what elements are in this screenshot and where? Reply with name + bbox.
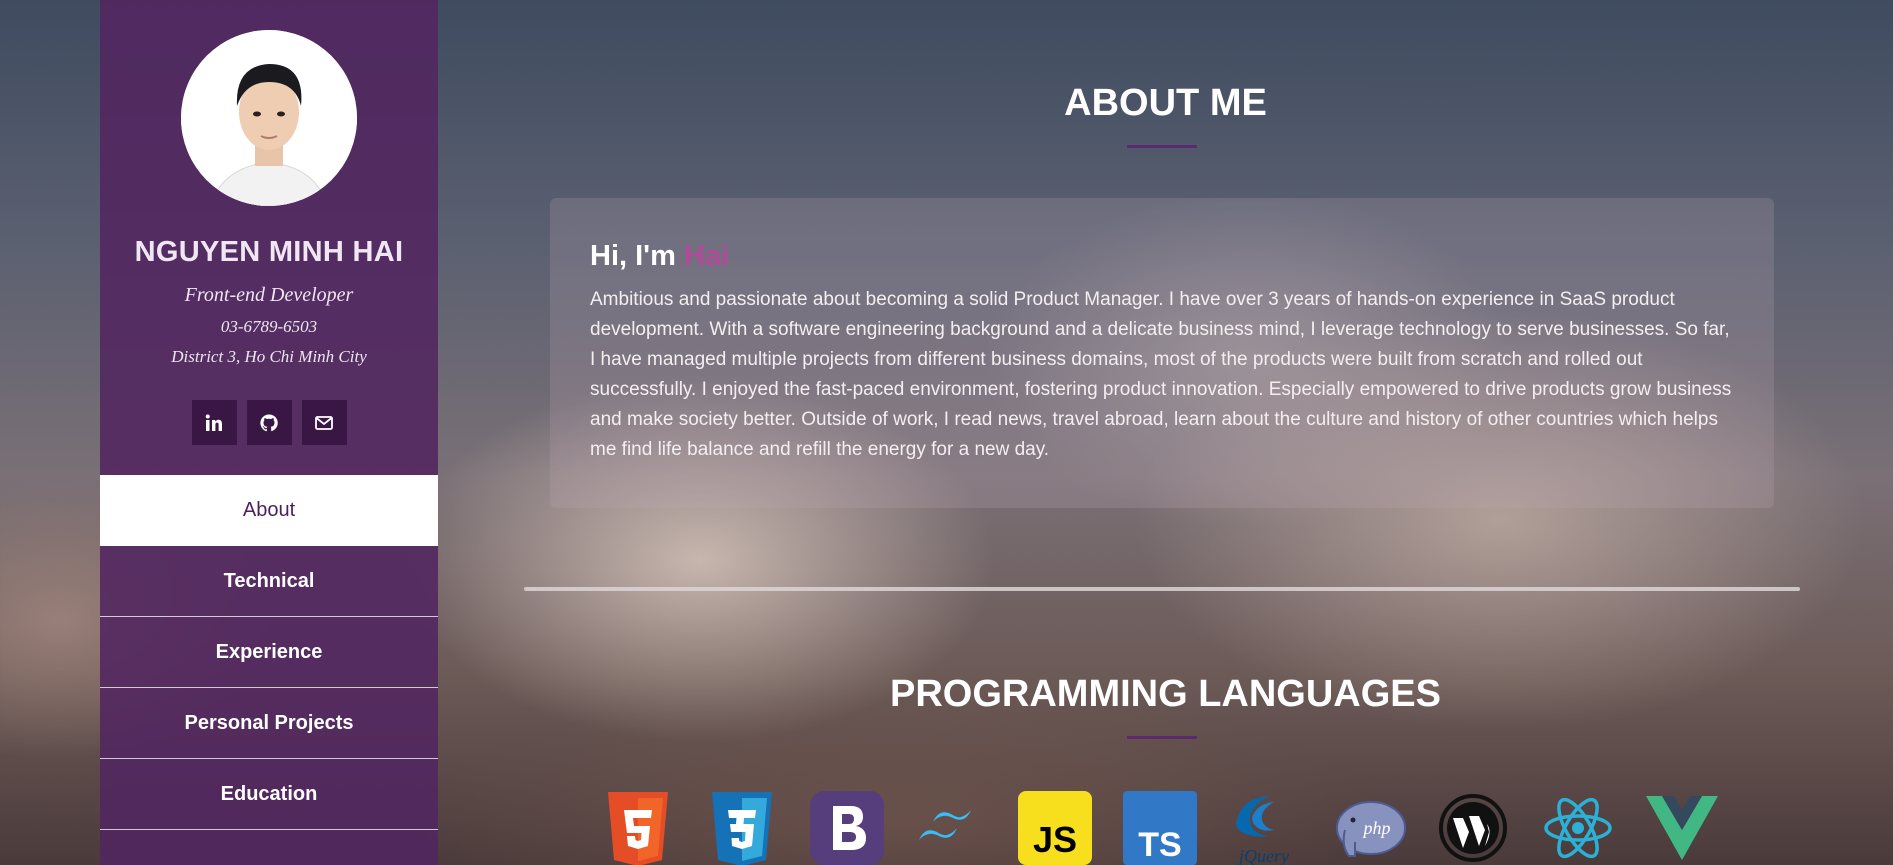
about-card: Hi, I'm Hai Ambitious and passionate abo… xyxy=(550,198,1774,508)
react-icon xyxy=(1540,790,1616,865)
ts-label: TS xyxy=(1138,826,1181,864)
nav-item-personal-projects[interactable]: Personal Projects xyxy=(100,688,438,759)
php-label: php xyxy=(1362,818,1391,838)
javascript-icon: JS xyxy=(1017,790,1093,865)
about-title: ABOUT ME xyxy=(1064,82,1267,124)
css3-icon xyxy=(704,790,780,865)
greeting-name: Hai xyxy=(683,240,730,272)
php-elephant-icon: php xyxy=(1331,790,1407,865)
email-button[interactable] xyxy=(301,400,347,445)
language-icons: JS TS jQuery php xyxy=(600,790,1730,865)
profile-address: District 3, Ho Chi Minh City xyxy=(171,347,367,366)
about-title-underline xyxy=(1127,145,1197,148)
github-icon xyxy=(260,413,278,431)
envelope-icon xyxy=(315,415,333,430)
html5-icon xyxy=(600,790,676,865)
programming-title-underline xyxy=(1127,736,1197,739)
nav-item-about[interactable]: About xyxy=(100,475,438,546)
jquery-icon: jQuery xyxy=(1226,790,1302,865)
js-label: JS xyxy=(1033,819,1077,860)
greeting: Hi, I'm Hai xyxy=(590,240,1734,273)
programming-title: PROGRAMMING LANGUAGES xyxy=(890,673,1441,715)
section-divider xyxy=(524,587,1800,591)
nav-item-experience[interactable]: Experience xyxy=(100,617,438,688)
wordpress-icon xyxy=(1435,790,1511,865)
vue-icon xyxy=(1644,790,1720,865)
greeting-prefix: Hi, I'm xyxy=(590,240,684,272)
bio-text: Ambitious and passionate about becoming … xyxy=(590,289,1732,460)
profile-phone: 03-6789-6503 xyxy=(220,317,318,336)
nav-item-technical[interactable]: Technical xyxy=(100,546,438,617)
profile-photo xyxy=(181,30,357,206)
nav-item-education[interactable]: Education xyxy=(100,759,438,830)
avatar xyxy=(181,30,357,206)
github-button[interactable] xyxy=(246,400,292,445)
jquery-label: jQuery xyxy=(1237,846,1289,865)
profile-role: Front-end Developer xyxy=(184,284,354,306)
linkedin-icon xyxy=(205,414,222,431)
bootstrap-icon xyxy=(809,790,885,865)
typescript-icon: TS xyxy=(1122,790,1198,865)
profile-name: NGUYEN MINH HAI xyxy=(134,236,404,268)
linkedin-button[interactable] xyxy=(191,400,237,445)
sidebar: NGUYEN MINH HAI Front-end Developer 03-6… xyxy=(100,0,438,865)
social-links xyxy=(100,400,438,445)
sidebar-nav: About Technical Experience Personal Proj… xyxy=(100,475,438,830)
tailwind-icon xyxy=(913,790,989,865)
